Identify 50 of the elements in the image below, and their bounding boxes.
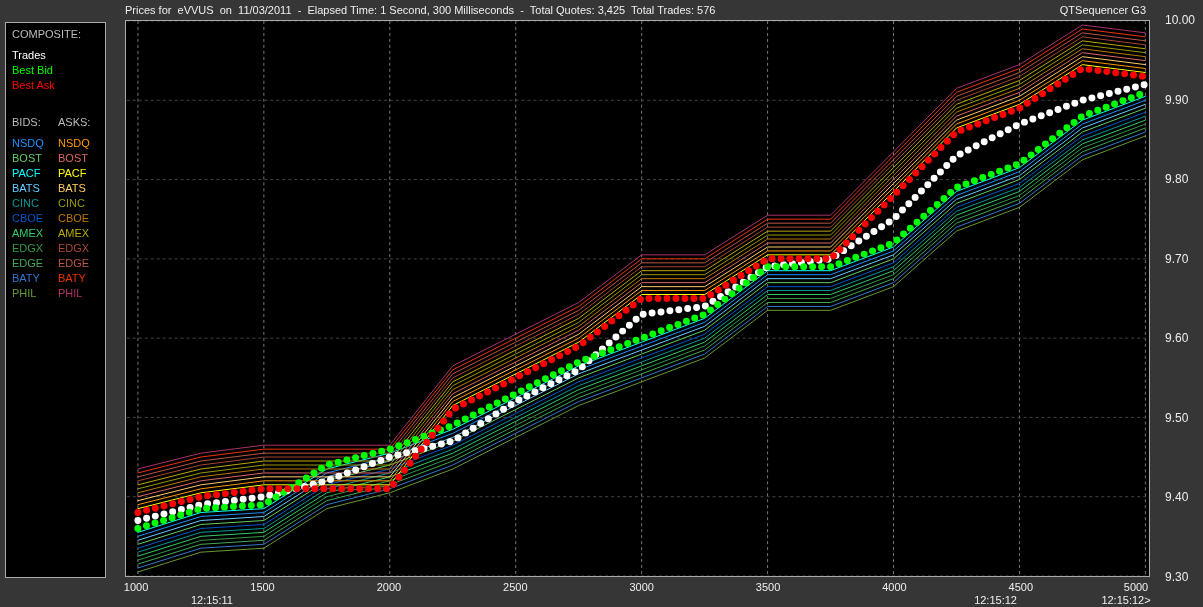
y-axis-label: 9.60 [1165,331,1189,346]
x-axis-label: 5000 [1123,581,1149,594]
legend-entry: AMEX [58,226,90,241]
legend-entry: CINC [58,196,86,211]
x-axis-label: 2000 [376,581,402,594]
time-label: 12:15:12 [974,594,1017,607]
legend-entry: Best Bid [12,63,54,78]
legend-entry: PHIL [12,286,38,301]
x-axis-label: 2500 [503,581,528,594]
legend-entry: PHIL [58,286,84,301]
legend-entry: AMEX [12,226,45,241]
y-axis-label: 10.00 [1165,13,1196,27]
legend-heading: COMPOSITE: [12,27,83,42]
legend-entry: Trades [12,48,47,63]
x-axis-label: 1000 [123,581,149,594]
x-axis-label: 1500 [250,581,275,594]
y-axis-label: 9.40 [1165,490,1189,505]
legend-entry: CBOE [12,211,45,226]
legend-entry: BATY [58,271,87,286]
time-label: 12:15:12> [1101,594,1151,607]
legend-entry: BATS [12,181,41,196]
x-axis-label: 3500 [755,581,781,594]
legend-entry: Best Ask [12,78,56,93]
legend-heading: ASKS: [58,115,91,130]
legend-entry: EDGE [58,256,90,271]
legend-entry: PACF [12,166,42,181]
legend-entry: EDGX [12,241,45,256]
y-axis-label: 9.30 [1165,570,1189,584]
y-axis-label: 9.70 [1165,251,1189,266]
x-axis-label: 4000 [882,581,907,594]
legend-entry: CINC [12,196,40,211]
legend-entry: BATY [12,271,41,286]
legend-entry: NSDQ [12,136,45,151]
y-axis-label: 9.90 [1165,92,1189,107]
x-axis-label: 4500 [1008,581,1034,594]
y-axis-label: 9.50 [1165,410,1189,425]
legend-heading: BIDS: [12,115,42,130]
legend-entry: BOST [12,151,43,166]
y-axis-label: 9.80 [1165,172,1189,187]
legend-entry: NSDQ [58,136,90,151]
legend-entry: PACF [58,166,88,181]
legend-entry: BATS [58,181,87,196]
x-axis-label: 3000 [629,581,654,594]
app-name: QTSequencer G3 [1059,2,1147,18]
time-label: 12:15:11 [190,594,233,607]
legend-entry: CBOE [58,211,90,226]
legend-entry: BOST [58,151,89,166]
legend-entry: EDGX [58,241,90,256]
chart-title: Prices for eVVUS on 11/03/2011 - Elapsed Time: 1 Second, 300 Milliseconds - Total Quotes: 3,425 Total Trades: 576 [125,2,716,18]
legend-entry: EDGE [12,256,45,271]
